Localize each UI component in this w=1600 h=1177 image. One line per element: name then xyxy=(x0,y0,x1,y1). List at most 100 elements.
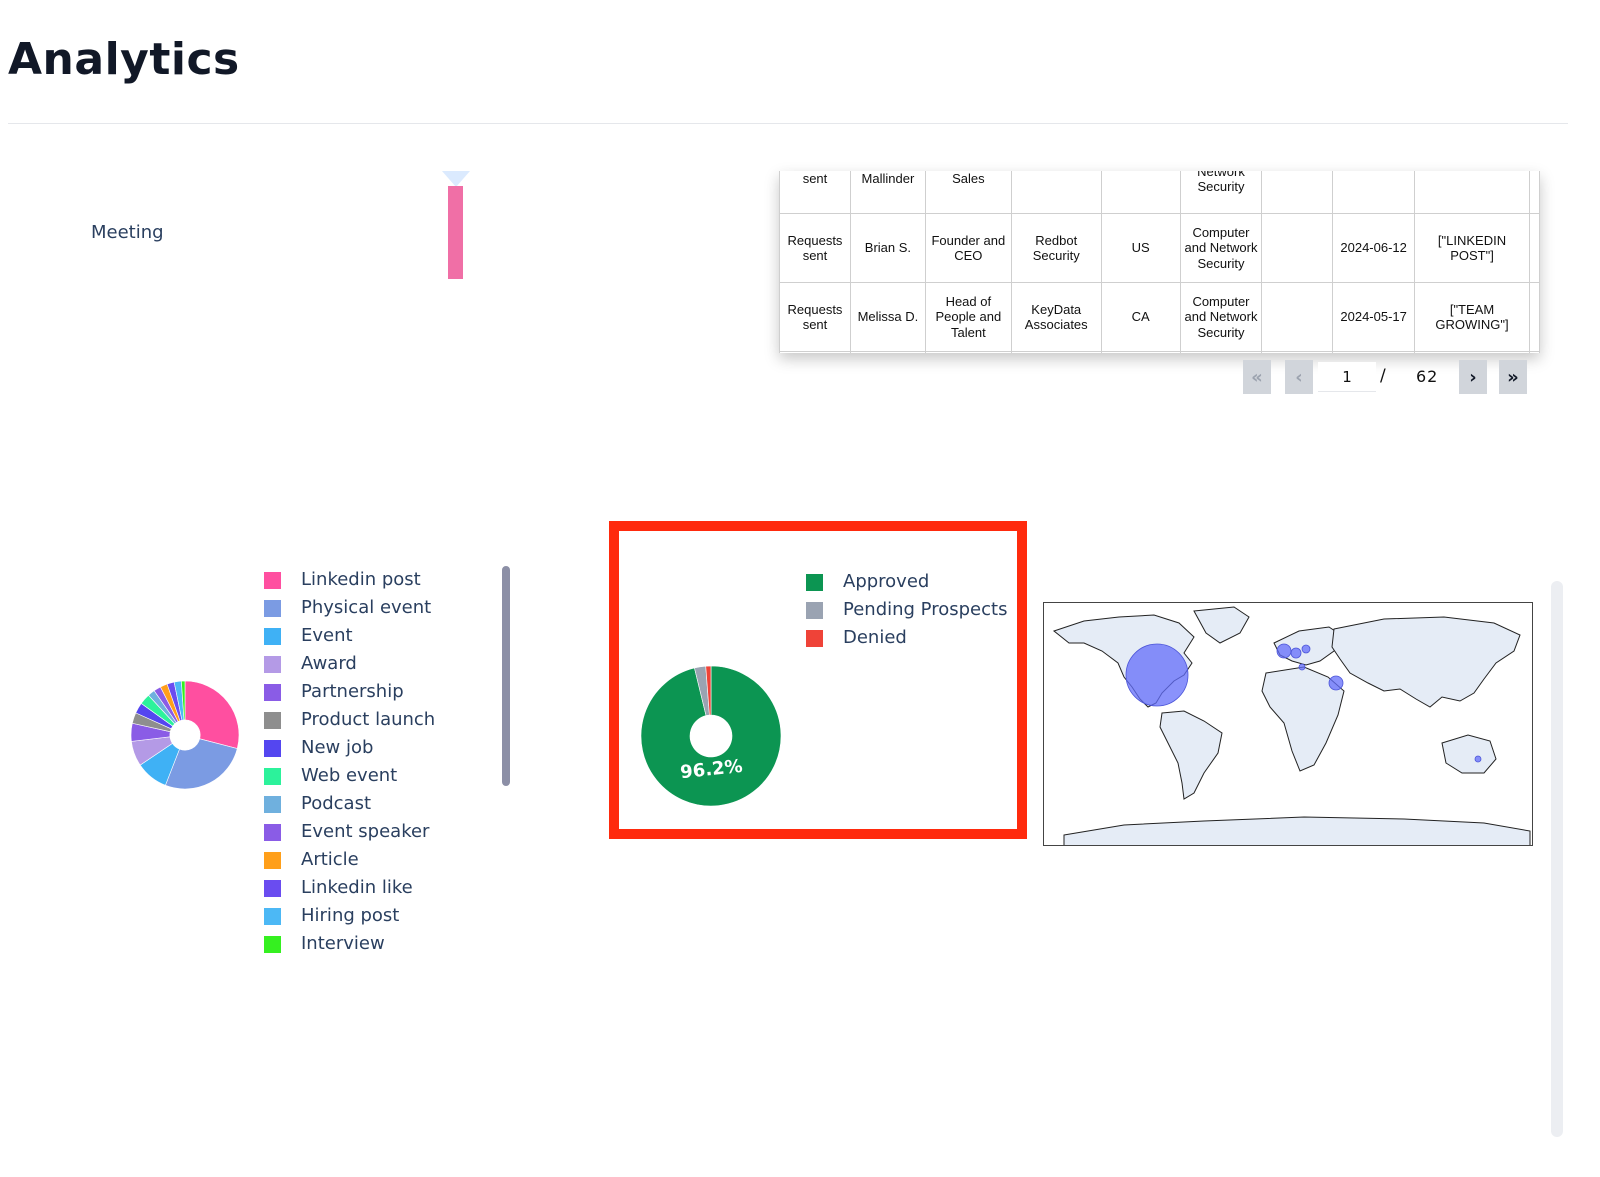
table-cell xyxy=(1100,171,1181,214)
page-scrollbar[interactable] xyxy=(1551,581,1563,1137)
table-cell xyxy=(1414,351,1530,353)
table-cell: Requests sent xyxy=(779,213,851,283)
title-divider xyxy=(8,123,1568,124)
table-cell xyxy=(1332,351,1416,353)
legend-swatch xyxy=(264,628,281,645)
double-chevron-left-icon: « xyxy=(1251,366,1263,388)
legend-label: Product launch xyxy=(301,709,436,730)
table-cell: Computer xyxy=(1179,351,1263,353)
table-cell: ["TEAM GROWING"] xyxy=(1414,282,1530,352)
table-cell xyxy=(1261,213,1334,283)
table-row[interactable]: Computer xyxy=(779,351,1540,353)
table-cell xyxy=(1261,351,1334,353)
funnel-stage-top xyxy=(442,171,470,187)
table-cell xyxy=(1528,282,1540,352)
legend-swatch xyxy=(264,768,281,785)
table-cell: Redbot Security xyxy=(1010,213,1102,283)
leads-table[interactable]: sent Mallinder Sales Network Security Reques… xyxy=(779,171,1540,353)
leads-table-grid: sent Mallinder Sales Network Security Reques… xyxy=(779,171,1540,353)
legend-swatch xyxy=(264,796,281,813)
legend-swatch xyxy=(264,908,281,925)
map-bubble[interactable] xyxy=(1328,675,1344,691)
map-bubble[interactable] xyxy=(1276,643,1292,659)
table-cell xyxy=(1528,171,1540,214)
table-cell: sent xyxy=(779,171,851,214)
table-cell: Requests sent xyxy=(779,282,851,352)
source-donut-chart[interactable] xyxy=(130,680,240,790)
legend-label: New job xyxy=(301,737,374,758)
page-number-input[interactable] xyxy=(1318,362,1376,392)
legend-swatch xyxy=(264,740,281,757)
legend-swatch xyxy=(264,684,281,701)
table-cell xyxy=(849,351,926,353)
legend-label: Hiring post xyxy=(301,905,400,926)
legend-label: Partnership xyxy=(301,681,404,702)
geo-map[interactable] xyxy=(1043,602,1533,846)
table-cell: CA xyxy=(1100,282,1181,352)
legend-scrollbar[interactable] xyxy=(502,566,510,786)
chevron-right-icon: › xyxy=(1469,366,1477,388)
table-cell xyxy=(1332,171,1416,214)
table-cell: Melissa D. xyxy=(849,282,926,352)
legend-label: Article xyxy=(301,849,359,870)
map-bubble[interactable] xyxy=(1474,755,1482,763)
map-bubble[interactable] xyxy=(1301,644,1311,654)
table-row[interactable]: Requests sent Brian S. Founder and CEO Redb… xyxy=(779,213,1540,283)
source-pie-slice[interactable] xyxy=(165,738,238,790)
table-cell: US xyxy=(1100,213,1181,283)
table-cell: Network Security xyxy=(1179,171,1263,214)
legend-label: Linkedin like xyxy=(301,877,413,898)
table-row[interactable]: Requests sent Melissa D. Head of People an… xyxy=(779,282,1540,352)
legend-label: Podcast xyxy=(301,793,372,814)
table-cell: ["LINKEDIN POST"] xyxy=(1414,213,1530,283)
table-cell: Founder and CEO xyxy=(924,213,1012,283)
table-cell xyxy=(1528,213,1540,283)
next-page-button[interactable]: › xyxy=(1459,360,1487,394)
table-cell xyxy=(1261,171,1334,214)
map-bubble[interactable] xyxy=(1290,647,1302,659)
table-cell: Computer and Network Security xyxy=(1179,213,1263,283)
total-pages: 62 xyxy=(1416,367,1439,386)
table-cell: Sales xyxy=(924,171,1012,214)
legend-swatch xyxy=(264,936,281,953)
first-page-button[interactable]: « xyxy=(1243,360,1271,394)
double-chevron-right-icon: » xyxy=(1507,366,1519,388)
table-cell xyxy=(924,351,1012,353)
table-cell xyxy=(1414,171,1530,214)
legend-label: Event speaker xyxy=(301,821,430,842)
highlight-box xyxy=(609,521,1027,839)
chevron-left-icon: ‹ xyxy=(1295,366,1303,388)
funnel-stage-label: Meeting xyxy=(91,222,164,243)
table-cell: Computer and Network Security xyxy=(1179,282,1263,352)
table-cell xyxy=(1100,351,1181,353)
table-cell xyxy=(779,351,851,353)
table-cell: KeyData Associates xyxy=(1010,282,1102,352)
world-map-svg xyxy=(1044,603,1532,845)
table-cell xyxy=(1261,282,1334,352)
map-bubble[interactable] xyxy=(1298,663,1306,671)
table-cell: Brian S. xyxy=(849,213,926,283)
table-cell: Head of People and Talent xyxy=(924,282,1012,352)
funnel-stage-bar[interactable] xyxy=(448,186,463,279)
legend-swatch xyxy=(264,824,281,841)
table-cell: 2024-06-12 xyxy=(1332,213,1416,283)
legend-label: Linkedin post xyxy=(301,569,421,590)
legend-label: Physical event xyxy=(301,597,432,618)
table-row[interactable]: sent Mallinder Sales Network Security xyxy=(779,171,1540,214)
legend-swatch xyxy=(264,600,281,617)
previous-page-button[interactable]: ‹ xyxy=(1285,360,1313,394)
table-cell: 2024-05-17 xyxy=(1332,282,1416,352)
legend-swatch xyxy=(264,852,281,869)
table-cell: Mallinder xyxy=(849,171,926,214)
table-cell xyxy=(1010,171,1102,214)
legend-swatch xyxy=(264,656,281,673)
legend-swatch xyxy=(264,880,281,897)
table-cell xyxy=(1010,351,1102,353)
map-bubble[interactable] xyxy=(1125,643,1189,707)
page-separator: / xyxy=(1380,366,1386,386)
legend-label: Event xyxy=(301,625,353,646)
last-page-button[interactable]: » xyxy=(1499,360,1527,394)
legend-label: Award xyxy=(301,653,357,674)
source-pie-slice[interactable] xyxy=(184,680,240,749)
table-cell xyxy=(1528,351,1540,353)
